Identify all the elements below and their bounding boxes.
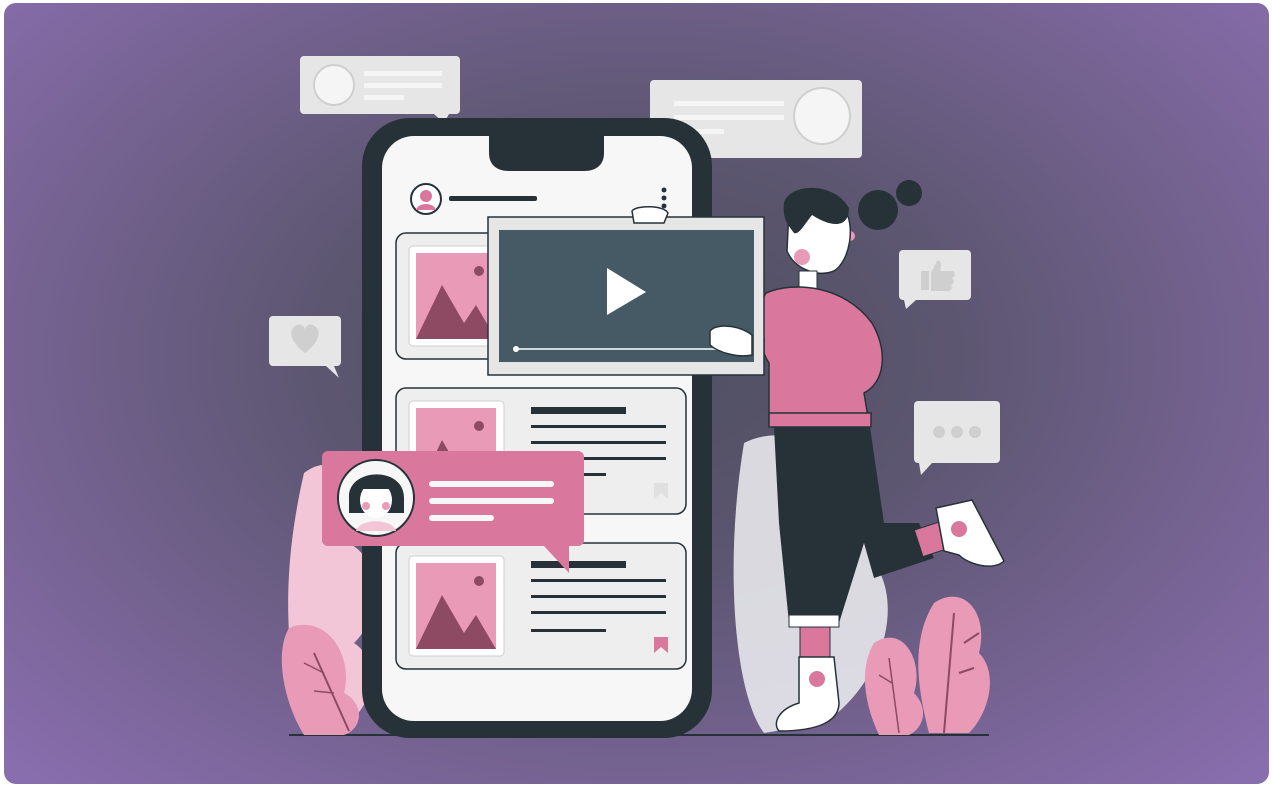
avatar-icon <box>313 64 355 106</box>
top-left-chat-bubble <box>300 56 460 123</box>
typing-bubble <box>914 401 1000 475</box>
illustration-card <box>4 3 1269 784</box>
image-placeholder-icon <box>416 563 496 649</box>
video-player <box>487 206 765 376</box>
menu-dots-icon <box>661 187 667 209</box>
feed-post-3 <box>395 542 687 670</box>
phone-notch <box>489 129 604 171</box>
thumbs-up-bubble <box>899 250 971 309</box>
avatar-icon <box>793 87 851 145</box>
heart-bubble <box>269 316 341 378</box>
illustration-svg <box>269 56 1005 738</box>
image-placeholder-icon <box>416 253 496 339</box>
ellipsis-icon <box>933 426 981 438</box>
